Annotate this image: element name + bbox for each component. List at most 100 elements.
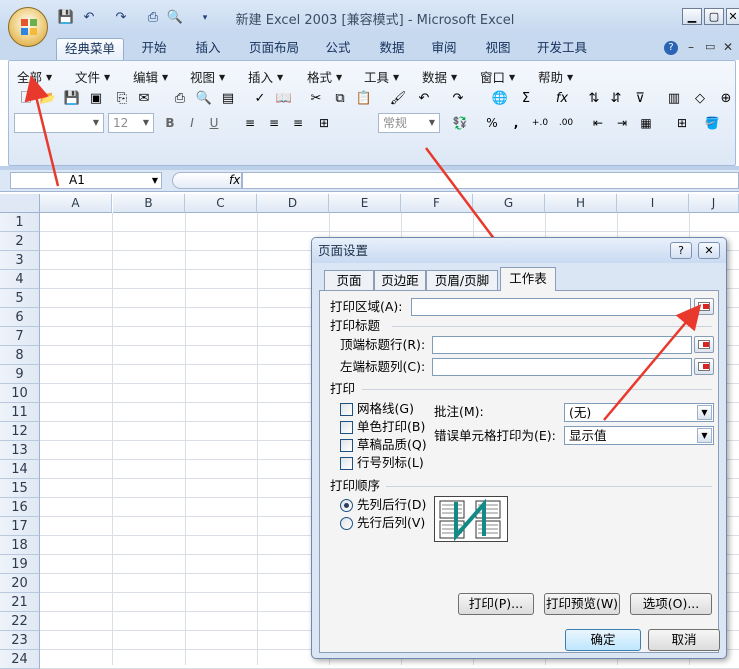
tab-classic-menu[interactable]: 经典菜单 [56, 38, 124, 60]
select-all-corner[interactable] [0, 194, 40, 213]
format-painter-icon[interactable]: 🖌 [388, 89, 408, 109]
close-window-button[interactable]: ✕ [726, 8, 739, 25]
row-header-17[interactable]: 17 [0, 517, 40, 536]
open-icon[interactable]: 📂 [38, 89, 58, 109]
menu-format[interactable]: 格式 ▼ [307, 67, 342, 85]
tab-page[interactable]: 页面 [324, 270, 374, 291]
column-header-F[interactable]: F [401, 194, 473, 213]
new-icon[interactable]: 🗋 [16, 89, 36, 109]
row-header-6[interactable]: 6 [0, 308, 40, 327]
font-size-combo[interactable]: 12 ▼ [108, 113, 154, 133]
tab-developer[interactable]: 开发工具 [530, 38, 594, 60]
column-header-H[interactable]: H [545, 194, 617, 213]
row-header-4[interactable]: 4 [0, 270, 40, 289]
borders-icon[interactable]: ⊞ [672, 113, 692, 133]
sort-ascending-icon[interactable]: ⇅ [584, 89, 604, 109]
tab-view[interactable]: 视图 [478, 38, 518, 60]
row-header-22[interactable]: 22 [0, 612, 40, 631]
tab-formulas[interactable]: 公式 [318, 38, 358, 60]
print-icon[interactable]: ⎙ [144, 10, 162, 26]
redo-icon[interactable]: ↷ [112, 10, 130, 26]
menu-help[interactable]: 帮助 ▼ [538, 67, 573, 85]
menu-data[interactable]: 数据 ▼ [422, 67, 457, 85]
row-header-19[interactable]: 19 [0, 555, 40, 574]
column-header-E[interactable]: E [329, 194, 401, 213]
print-area-collapse-icon[interactable] [694, 298, 714, 315]
row-header-14[interactable]: 14 [0, 460, 40, 479]
formula-input[interactable] [242, 172, 739, 189]
print-toolbar-icon[interactable]: ⎙ [170, 89, 190, 109]
hyperlink-icon[interactable]: 🌐 [490, 89, 510, 109]
cut-icon[interactable]: ✂ [306, 89, 326, 109]
row-header-20[interactable]: 20 [0, 574, 40, 593]
dialog-help-button[interactable]: ? [670, 242, 692, 259]
help-icon[interactable]: ? [664, 41, 678, 55]
row-header-7[interactable]: 7 [0, 327, 40, 346]
print-button[interactable]: 打印(P)... [458, 593, 534, 615]
insert-function-icon[interactable]: fx [552, 89, 572, 109]
row-col-headings-checkbox[interactable] [340, 457, 353, 470]
draft-quality-checkbox[interactable] [340, 439, 353, 452]
column-header-C[interactable]: C [185, 194, 257, 213]
undo-toolbar-icon[interactable]: ↶ [414, 89, 434, 109]
row-header-1[interactable]: 1 [0, 213, 40, 232]
row-header-21[interactable]: 21 [0, 593, 40, 612]
sort-descending-icon[interactable]: ⇵ [606, 89, 626, 109]
chart-icon[interactable]: ▥ [664, 89, 684, 109]
row-header-2[interactable]: 2 [0, 232, 40, 251]
row-header-10[interactable]: 10 [0, 384, 40, 403]
preview-toolbar-icon[interactable]: 🔍 [194, 89, 214, 109]
minimize-button[interactable]: ▁ [682, 8, 702, 25]
errors-select[interactable]: 显示值 ▼ [564, 426, 714, 445]
menu-all[interactable]: 全部 ▼ [17, 67, 52, 85]
ribbon-close-icon[interactable]: ✕ [723, 40, 733, 54]
spelling-icon[interactable]: ✓ [250, 89, 270, 109]
row-header-18[interactable]: 18 [0, 536, 40, 555]
tab-margins[interactable]: 页边距 [374, 270, 426, 291]
comma-icon[interactable]: , [506, 113, 526, 133]
column-header-G[interactable]: G [473, 194, 545, 213]
decrease-decimal-icon[interactable]: .00 [556, 113, 576, 133]
customize-qat-icon[interactable]: ▾ [196, 10, 214, 26]
tab-review[interactable]: 审阅 [424, 38, 464, 60]
save-icon[interactable]: 💾 [57, 10, 75, 26]
ok-button[interactable]: 确定 [565, 629, 641, 651]
align-right-icon[interactable]: ≡ [288, 113, 308, 133]
column-header-B[interactable]: B [113, 194, 185, 213]
maximize-button[interactable]: ▢ [704, 8, 724, 25]
bold-button[interactable]: B [160, 113, 180, 133]
row-header-3[interactable]: 3 [0, 251, 40, 270]
row-header-8[interactable]: 8 [0, 346, 40, 365]
email-icon[interactable]: ✉ [134, 89, 154, 109]
font-name-combo[interactable]: ▼ [14, 113, 104, 133]
row-header-13[interactable]: 13 [0, 441, 40, 460]
row-header-24[interactable]: 24 [0, 650, 40, 669]
column-header-A[interactable]: A [40, 194, 112, 213]
tab-data[interactable]: 数据 [372, 38, 412, 60]
paste-icon[interactable]: 📋 [354, 89, 374, 109]
print-preview-icon[interactable]: 🔍 [166, 10, 184, 26]
tab-header-footer[interactable]: 页眉/页脚 [426, 270, 498, 291]
row-header-11[interactable]: 11 [0, 403, 40, 422]
top-rows-input[interactable] [432, 336, 692, 354]
row-header-5[interactable]: 5 [0, 289, 40, 308]
increase-indent-icon[interactable]: ⇥ [612, 113, 632, 133]
insert-function-button[interactable]: fx [229, 173, 240, 188]
column-header-D[interactable]: D [257, 194, 329, 213]
ribbon-restore-icon[interactable]: ▭ [705, 40, 715, 53]
research-icon[interactable]: 📖 [274, 89, 294, 109]
comments-select[interactable]: (无) ▼ [564, 403, 714, 422]
cancel-button[interactable]: 取消 [648, 629, 720, 651]
row-header-12[interactable]: 12 [0, 422, 40, 441]
print-setup-icon[interactable]: ▤ [218, 89, 238, 109]
tab-page-layout[interactable]: 页面布局 [242, 38, 306, 60]
align-left-icon[interactable]: ≡ [240, 113, 260, 133]
undo-icon[interactable]: ↶ [80, 10, 98, 26]
row-header-9[interactable]: 9 [0, 365, 40, 384]
gridlines-checkbox[interactable] [340, 403, 353, 416]
pdf-icon[interactable]: ⎘ [112, 89, 132, 109]
increase-decimal-icon[interactable]: +.0 [530, 113, 550, 133]
permission-icon[interactable]: ▣ [86, 89, 106, 109]
menu-edit[interactable]: 编辑 ▼ [133, 67, 168, 85]
tab-insert[interactable]: 插入 [188, 38, 228, 60]
